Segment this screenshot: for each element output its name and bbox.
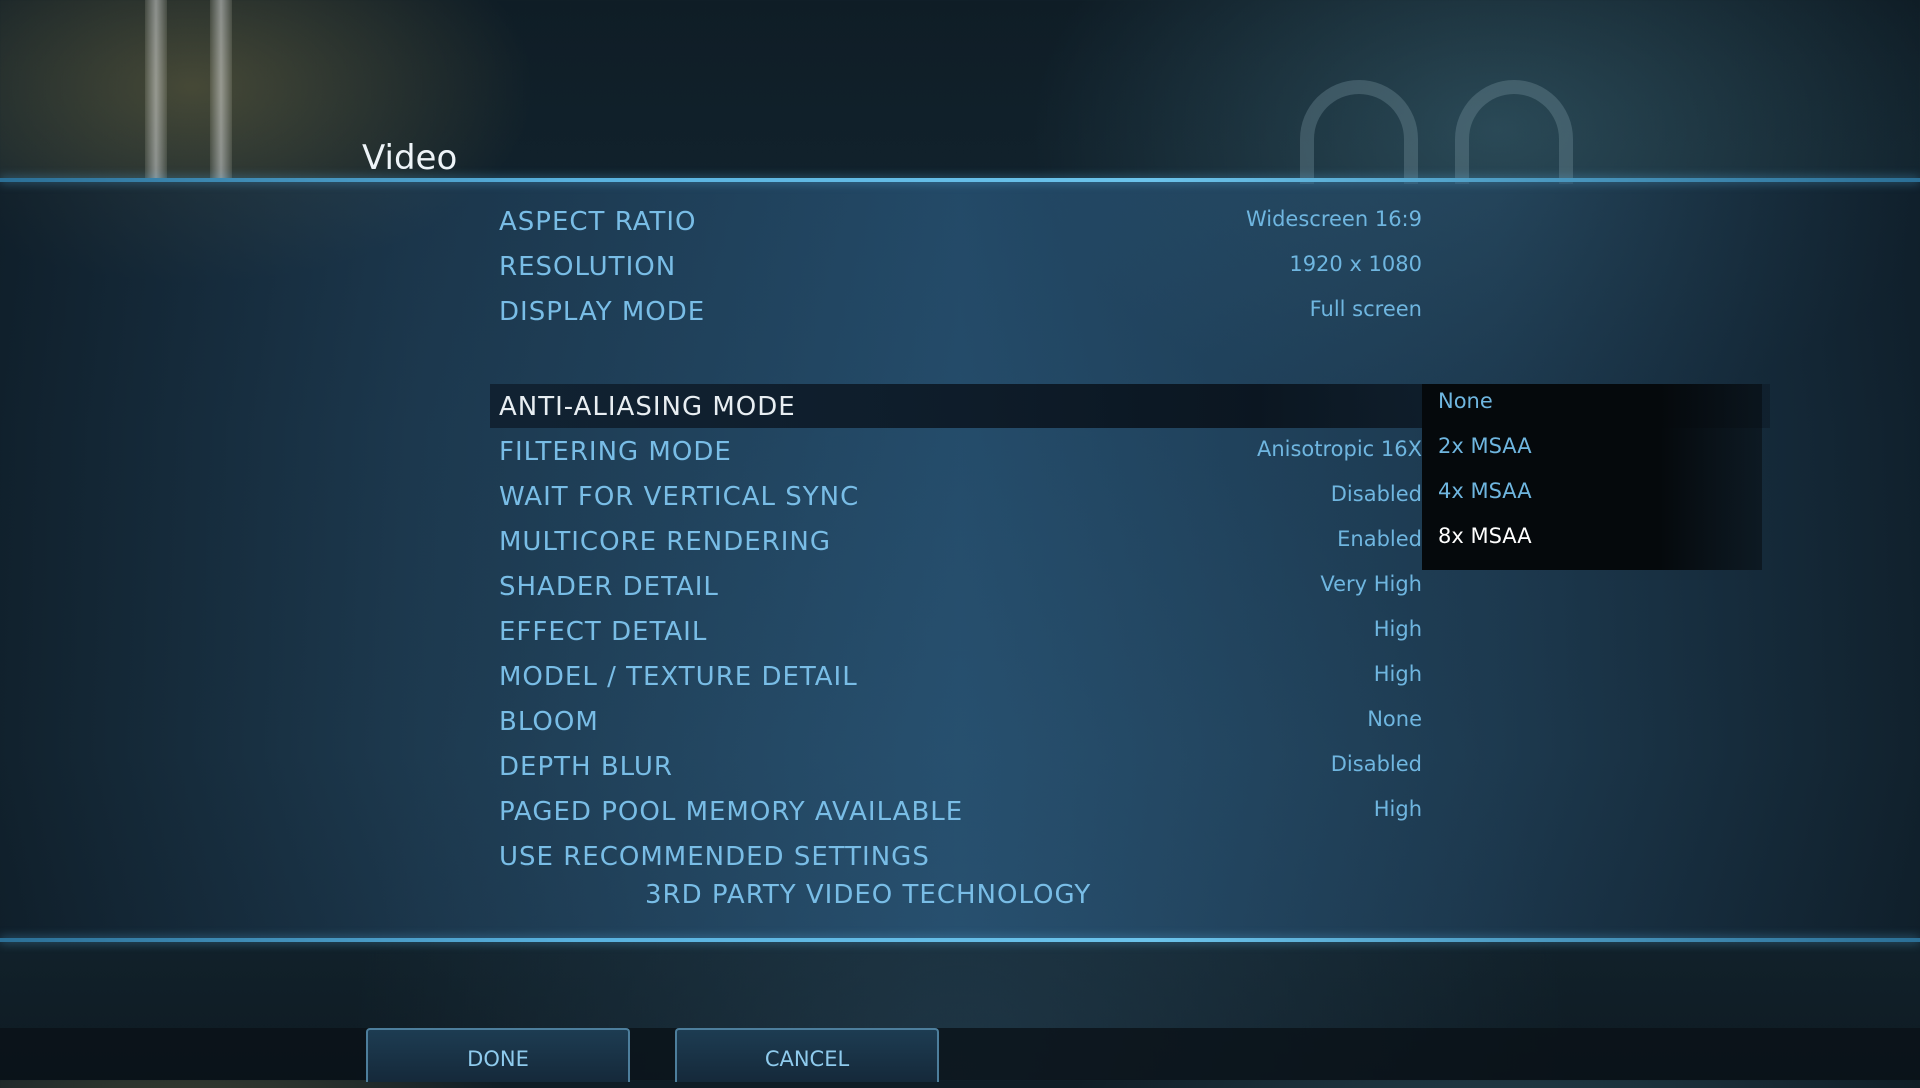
setting-value: 1920 x 1080 xyxy=(1289,252,1422,276)
background-pillar xyxy=(210,0,232,180)
setting-value: Anisotropic 16X xyxy=(1256,437,1422,461)
setting-label: DISPLAY MODE xyxy=(499,297,706,327)
setting-depth-blur[interactable]: DEPTH BLUR Disabled xyxy=(490,744,1422,788)
setting-multicore-rendering[interactable]: MULTICORE RENDERING Enabled xyxy=(490,519,1422,563)
setting-filtering-mode[interactable]: FILTERING MODE Anisotropic 16X xyxy=(490,429,1422,473)
setting-effect-detail[interactable]: EFFECT DETAIL High xyxy=(490,609,1422,653)
setting-label: WAIT FOR VERTICAL SYNC xyxy=(499,482,860,512)
anti-aliasing-dropdown[interactable]: None 2x MSAA 4x MSAA 8x MSAA xyxy=(1422,384,1762,570)
setting-value: Full screen xyxy=(1309,297,1422,321)
background-arch xyxy=(1455,80,1573,184)
setting-label: PAGED POOL MEMORY AVAILABLE xyxy=(499,797,964,827)
dropdown-option-8x-msaa[interactable]: 8x MSAA xyxy=(1438,524,1532,548)
background-arch xyxy=(1300,80,1418,184)
dropdown-option-2x-msaa[interactable]: 2x MSAA xyxy=(1438,434,1532,458)
setting-bloom[interactable]: BLOOM None xyxy=(490,699,1422,743)
setting-label: SHADER DETAIL xyxy=(499,572,719,602)
setting-value: High xyxy=(1373,797,1422,821)
setting-label: BLOOM xyxy=(499,707,599,737)
setting-shader-detail[interactable]: SHADER DETAIL Very High xyxy=(490,564,1422,608)
setting-resolution[interactable]: RESOLUTION 1920 x 1080 xyxy=(490,244,1422,288)
setting-value: Disabled xyxy=(1330,752,1422,776)
top-divider xyxy=(0,178,1920,182)
setting-value: None xyxy=(1367,707,1422,731)
dropdown-option-none[interactable]: None xyxy=(1438,389,1493,413)
setting-label: MODEL / TEXTURE DETAIL xyxy=(499,662,858,692)
setting-label: RESOLUTION xyxy=(499,252,677,282)
setting-value: Very High xyxy=(1320,572,1422,596)
setting-value: High xyxy=(1373,662,1422,686)
setting-value: High xyxy=(1373,617,1422,641)
setting-label: DEPTH BLUR xyxy=(499,752,673,782)
cancel-button[interactable]: CANCEL xyxy=(675,1028,939,1082)
setting-value: Widescreen 16:9 xyxy=(1245,207,1422,231)
setting-value: Disabled xyxy=(1330,482,1422,506)
bottom-divider xyxy=(0,938,1920,942)
background-pillar xyxy=(145,0,167,180)
footer-bar xyxy=(0,1028,1920,1080)
setting-model-texture-detail[interactable]: MODEL / TEXTURE DETAIL High xyxy=(490,654,1422,698)
page-title: Video xyxy=(362,138,458,178)
setting-label: USE RECOMMENDED SETTINGS xyxy=(499,842,930,872)
setting-display-mode[interactable]: DISPLAY MODE Full screen xyxy=(490,289,1422,333)
dropdown-option-4x-msaa[interactable]: 4x MSAA xyxy=(1438,479,1532,503)
setting-label: ANTI-ALIASING MODE xyxy=(499,392,796,422)
setting-use-recommended[interactable]: USE RECOMMENDED SETTINGS xyxy=(490,834,1422,878)
setting-label: FILTERING MODE xyxy=(499,437,732,467)
setting-label: ASPECT RATIO xyxy=(499,207,697,237)
done-button[interactable]: DONE xyxy=(366,1028,630,1082)
setting-paged-pool-memory[interactable]: PAGED POOL MEMORY AVAILABLE High xyxy=(490,789,1422,833)
setting-value: Enabled xyxy=(1337,527,1422,551)
setting-label: MULTICORE RENDERING xyxy=(499,527,832,557)
setting-aspect-ratio[interactable]: ASPECT RATIO Widescreen 16:9 xyxy=(490,199,1422,243)
setting-label: EFFECT DETAIL xyxy=(499,617,708,647)
setting-vertical-sync[interactable]: WAIT FOR VERTICAL SYNC Disabled xyxy=(490,474,1422,518)
third-party-video-link[interactable]: 3RD PARTY VIDEO TECHNOLOGY xyxy=(645,880,1091,910)
